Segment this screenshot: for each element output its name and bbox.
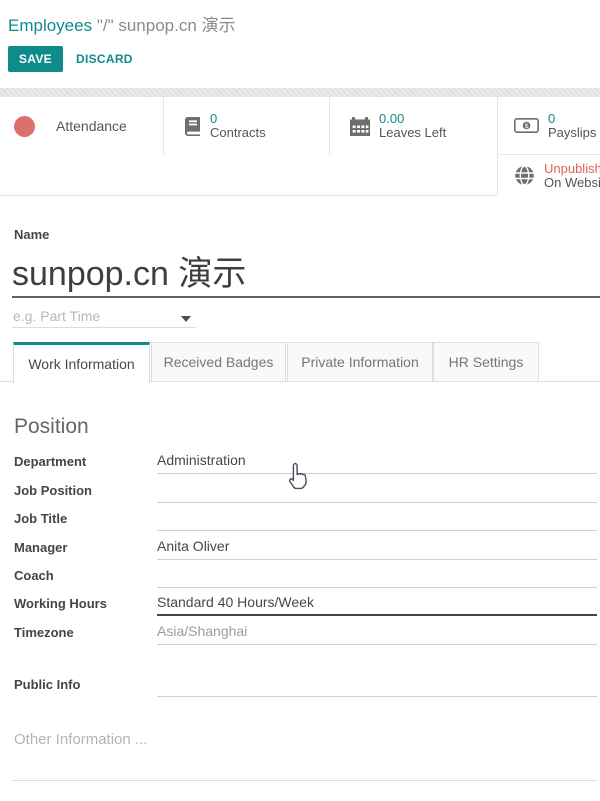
timezone-label: Timezone <box>14 625 154 640</box>
attendance-label: Attendance <box>56 119 127 133</box>
leaves-label: Leaves Left <box>379 126 446 140</box>
payslips-count: 0 <box>548 112 596 126</box>
separator-strip <box>0 88 600 97</box>
job-position-label: Job Position <box>14 483 154 498</box>
tags-input-underline <box>12 327 196 328</box>
working-hours-field[interactable]: Standard 40 Hours/Week <box>157 594 597 616</box>
name-field-label: Name <box>14 227 49 242</box>
tab-received-badges[interactable]: Received Badges <box>151 342 286 382</box>
other-information-textarea[interactable]: Other Information ... <box>14 731 147 748</box>
website-publish-stat-button[interactable]: Unpublished On Website <box>497 155 600 196</box>
public-info-label: Public Info <box>14 677 80 692</box>
employee-form-screen: Employees "/" sunpop.cn 演示 SAVE DISCARD … <box>0 0 600 801</box>
discard-button[interactable]: DISCARD <box>70 46 139 72</box>
stat-button-bar: Attendance 0 Contracts <box>0 97 600 196</box>
breadcrumb: Employees "/" sunpop.cn 演示 <box>8 11 236 36</box>
breadcrumb-record: "/" sunpop.cn 演示 <box>92 16 235 35</box>
website-status: Unpublished <box>544 162 600 176</box>
contracts-count: 0 <box>210 112 266 126</box>
attendance-stat-button[interactable]: Attendance <box>0 97 163 155</box>
save-button[interactable]: SAVE <box>8 46 63 72</box>
bottom-divider <box>12 780 597 781</box>
attendance-status-icon <box>14 116 35 137</box>
contracts-stat-button[interactable]: 0 Contracts <box>163 97 329 155</box>
globe-icon <box>514 165 535 186</box>
tags-input[interactable]: e.g. Part Time <box>13 308 100 324</box>
employee-name-input[interactable]: sunpop.cn 演示 <box>12 246 600 298</box>
contracts-label: Contracts <box>210 126 266 140</box>
public-info-field[interactable] <box>157 675 597 697</box>
tab-private-information[interactable]: Private Information <box>287 342 433 382</box>
manager-label: Manager <box>14 540 154 555</box>
department-label: Department <box>14 454 154 469</box>
svg-text:$: $ <box>525 123 529 130</box>
name-input-underline <box>12 296 600 298</box>
breadcrumb-employees-link[interactable]: Employees <box>8 16 92 35</box>
payslips-stat-button[interactable]: $ 0 Payslips <box>497 97 600 155</box>
tab-work-information[interactable]: Work Information <box>13 342 150 383</box>
website-label: On Website <box>544 176 600 190</box>
job-title-label: Job Title <box>14 511 154 526</box>
coach-label: Coach <box>14 568 154 583</box>
pointer-cursor-icon <box>286 462 310 491</box>
leaves-stat-button[interactable]: 0.00 Leaves Left <box>329 97 497 155</box>
section-title-position: Position <box>14 415 89 439</box>
calendar-icon <box>350 117 370 136</box>
manager-field[interactable]: Anita Oliver <box>157 538 597 560</box>
tab-hr-settings[interactable]: HR Settings <box>433 342 539 382</box>
money-icon: $ <box>514 118 539 133</box>
job-title-field[interactable] <box>157 509 597 531</box>
leaves-count: 0.00 <box>379 112 446 126</box>
coach-field[interactable] <box>157 566 597 588</box>
payslips-label: Payslips <box>548 126 596 140</box>
caret-down-icon[interactable] <box>181 316 191 322</box>
working-hours-label: Working Hours <box>14 596 154 611</box>
book-icon <box>184 117 201 136</box>
department-field[interactable]: Administration <box>157 452 597 474</box>
timezone-field[interactable]: Asia/Shanghai <box>157 623 597 645</box>
notebook-tabs: Work Information Received Badges Private… <box>0 342 600 382</box>
job-position-field[interactable] <box>157 481 597 503</box>
